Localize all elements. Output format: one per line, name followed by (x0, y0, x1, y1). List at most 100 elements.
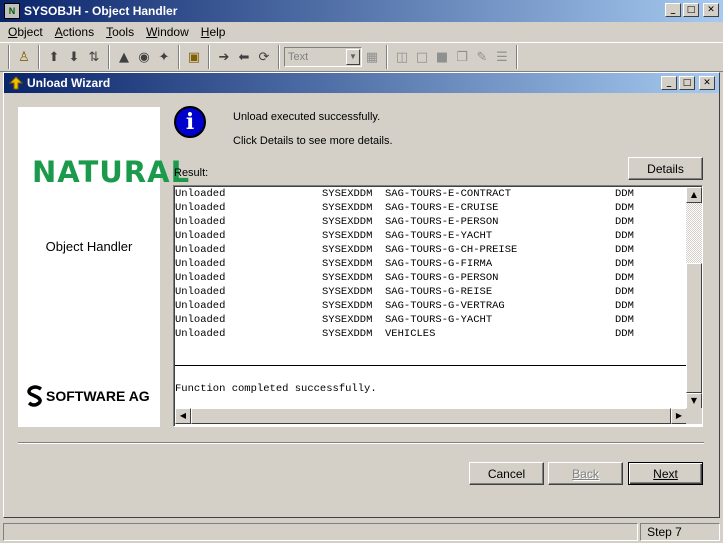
row-status: Unloaded (175, 216, 226, 228)
row-object: VEHICLES (385, 328, 436, 340)
minimize-button[interactable]: _ (665, 3, 681, 17)
result-rows: Unloaded SYSEXDDM SAG-TOURS-E-CONTRACT DDM U… (175, 187, 687, 341)
row-type: DDM (615, 202, 634, 214)
wizard-close-button[interactable]: ✕ (699, 76, 715, 90)
row-type: DDM (615, 258, 634, 270)
table-row[interactable]: Unloaded SYSEXDDM SAG-TOURS-G-CH-PREISE DDM (175, 243, 687, 257)
wizard-minimize-button[interactable]: _ (661, 76, 677, 90)
open-folder-icon[interactable]: ◫ (392, 46, 412, 68)
scroll-left-icon[interactable]: ◀ (175, 408, 191, 424)
scroll-right-icon[interactable]: ▶ (671, 408, 687, 424)
row-object: SAG-TOURS-G-VERTRAG (385, 300, 505, 312)
table-row[interactable]: Unloaded SYSEXDDM SAG-TOURS-G-YACHT DDM (175, 313, 687, 327)
details-button[interactable]: Details (628, 157, 703, 180)
scroll-track[interactable] (686, 203, 702, 263)
info-icon: i (174, 106, 206, 138)
row-library: SYSEXDDM (322, 286, 373, 298)
app-icon: N (4, 3, 20, 19)
table-row[interactable]: Unloaded SYSEXDDM SAG-TOURS-G-VERTRAG DDM (175, 299, 687, 313)
toolbar-separator (108, 45, 110, 69)
wizard-maximize-button[interactable]: □ (679, 76, 695, 90)
save-icon[interactable]: ■ (432, 46, 452, 68)
window-title-bar[interactable]: N SYSOBJH - Object Handler _ □ ✕ (0, 0, 723, 22)
table-row[interactable]: Unloaded SYSEXDDM SAG-TOURS-G-REISE DDM (175, 285, 687, 299)
row-type: DDM (615, 314, 634, 326)
menu-help[interactable]: Help (195, 25, 232, 39)
filter-icon[interactable]: ▦ (362, 46, 382, 68)
table-row[interactable]: Unloaded SYSEXDDM VEHICLES DDM (175, 327, 687, 341)
toolbar-separator (8, 45, 10, 69)
menu-tools[interactable]: Tools (100, 25, 140, 39)
transfer-icon[interactable]: ⇅ (84, 46, 104, 68)
scroll-down-icon[interactable]: ▼ (686, 393, 702, 409)
row-object: SAG-TOURS-E-YACHT (385, 230, 493, 242)
row-status: Unloaded (175, 328, 226, 340)
row-type: DDM (615, 300, 634, 312)
chevron-down-icon[interactable]: ▼ (346, 49, 360, 65)
scroll-corner (686, 408, 702, 424)
row-library: SYSEXDDM (322, 300, 373, 312)
table-row[interactable]: Unloaded SYSEXDDM SAG-TOURS-E-YACHT DDM (175, 229, 687, 243)
back-button[interactable]: Back (548, 462, 623, 485)
refresh-icon[interactable]: ⟳ (254, 46, 274, 68)
maximize-button[interactable]: □ (683, 3, 699, 17)
back-arrow-icon[interactable]: ⬅ (234, 46, 254, 68)
toolbar-separator (516, 45, 518, 69)
row-object: SAG-TOURS-G-CH-PREISE (385, 244, 518, 256)
row-object: SAG-TOURS-E-CONTRACT (385, 188, 512, 200)
menu-window[interactable]: Window (140, 25, 195, 39)
row-library: SYSEXDDM (322, 188, 373, 200)
exit-icon[interactable]: ▣ (184, 46, 204, 68)
software-ag-logo: SOFTWARE AG (26, 385, 156, 407)
toolbar-separator (38, 45, 40, 69)
horizontal-scrollbar[interactable]: ◀ ▶ (175, 408, 687, 424)
row-type: DDM (615, 244, 634, 256)
scroll-up-icon[interactable]: ▲ (686, 187, 702, 203)
close-button[interactable]: ✕ (703, 3, 719, 17)
download-icon[interactable]: ⬇ (64, 46, 84, 68)
status-bar: Step 7 (0, 520, 723, 543)
toolbar: ♙ ⬆ ⬇ ⇅ ▲ ◉ ✦ ▣ ➔ ⬅ ⟳ Text ▼ ▦ ◫ □ ■ ❐ ✎… (0, 42, 723, 72)
vertical-scrollbar[interactable]: ▲ ▼ (686, 187, 702, 409)
menu-bar: Object Actions Tools Window Help (0, 22, 723, 42)
type-select[interactable]: Text ▼ (284, 47, 362, 67)
copy-icon[interactable]: ❐ (452, 46, 472, 68)
cancel-button[interactable]: Cancel (469, 462, 544, 485)
table-row[interactable]: Unloaded SYSEXDDM SAG-TOURS-E-PERSON DDM (175, 215, 687, 229)
software-ag-s-icon (27, 385, 42, 407)
logon-icon[interactable]: ♙ (14, 46, 34, 68)
row-object: SAG-TOURS-E-CRUISE (385, 202, 499, 214)
next-button[interactable]: Next (628, 462, 703, 485)
forward-arrow-icon[interactable]: ➔ (214, 46, 234, 68)
vendor-name: SOFTWARE AG (46, 388, 150, 404)
new-file-icon[interactable]: □ (412, 46, 432, 68)
row-type: DDM (615, 216, 634, 228)
table-row[interactable]: Unloaded SYSEXDDM SAG-TOURS-G-FIRMA DDM (175, 257, 687, 271)
row-library: SYSEXDDM (322, 202, 373, 214)
upload-icon[interactable]: ⬆ (44, 46, 64, 68)
row-status: Unloaded (175, 230, 226, 242)
row-library: SYSEXDDM (322, 230, 373, 242)
result-list[interactable]: Unloaded SYSEXDDM SAG-TOURS-E-CONTRACT DDM U… (173, 185, 703, 427)
row-library: SYSEXDDM (322, 272, 373, 284)
table-row[interactable]: Unloaded SYSEXDDM SAG-TOURS-E-CRUISE DDM (175, 201, 687, 215)
list-icon[interactable]: ☰ (492, 46, 512, 68)
table-row[interactable]: Unloaded SYSEXDDM SAG-TOURS-G-PERSON DDM (175, 271, 687, 285)
scan-icon[interactable]: ✦ (154, 46, 174, 68)
scroll-thumb[interactable] (686, 263, 702, 393)
lock-icon[interactable]: ▲ (114, 46, 134, 68)
natural-logo: NATURAL (32, 155, 191, 189)
row-library: SYSEXDDM (322, 314, 373, 326)
horizontal-scroll-thumb[interactable] (191, 408, 671, 424)
row-object: SAG-TOURS-E-PERSON (385, 216, 499, 228)
table-row[interactable]: Unloaded SYSEXDDM SAG-TOURS-E-CONTRACT DDM (175, 187, 687, 201)
find-icon[interactable]: ◉ (134, 46, 154, 68)
wizard-title-bar[interactable]: Unload Wizard _ □ ✕ (4, 73, 719, 93)
brand-subtitle: Object Handler (45, 239, 133, 254)
toolbar-separator (278, 45, 280, 69)
branding-panel: NATURAL Object Handler SOFTWARE AG (18, 107, 191, 427)
menu-actions[interactable]: Actions (49, 25, 100, 39)
menu-object[interactable]: Object (2, 25, 49, 39)
edit-icon[interactable]: ✎ (472, 46, 492, 68)
row-status: Unloaded (175, 244, 226, 256)
